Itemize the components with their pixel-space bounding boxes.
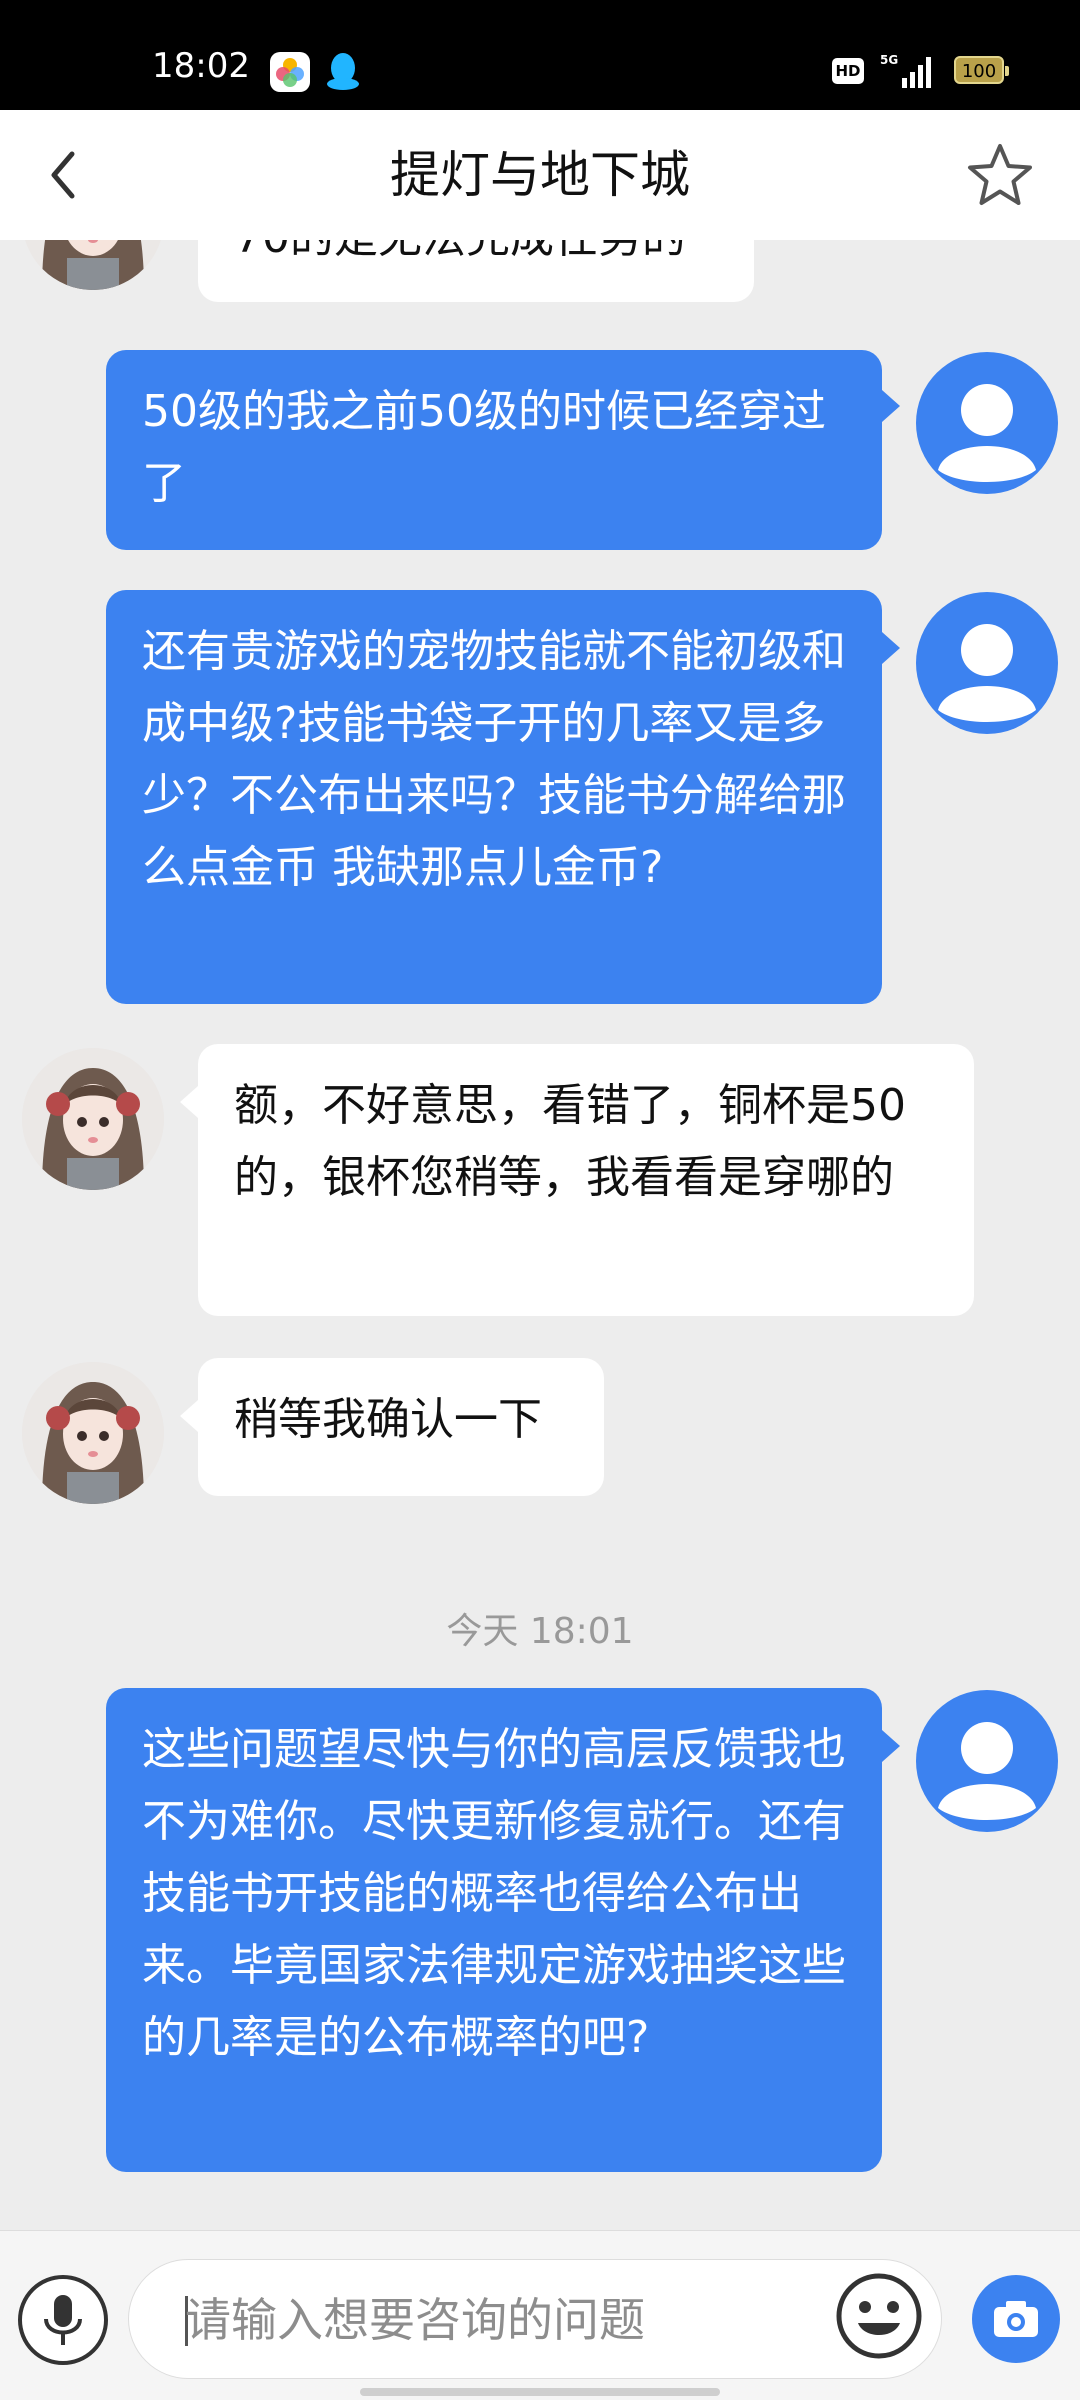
- user-avatar[interactable]: [916, 1690, 1058, 1832]
- photos-app-icon: [270, 52, 310, 92]
- smiley-icon: [836, 2273, 922, 2359]
- user-avatar[interactable]: [916, 352, 1058, 494]
- bubble-tail: [180, 1086, 198, 1118]
- agent-avatar[interactable]: [22, 1048, 164, 1190]
- chevron-left-icon: [51, 151, 75, 199]
- message-bubble-user: 50级的我之前50级的时候已经穿过了: [106, 350, 882, 550]
- message-bubble-agent: 额，不好意思，看错了，铜杯是50的，银杯您稍等，我看看是穿哪的: [198, 1044, 974, 1316]
- message-bubble-user: 这些问题望尽快与你的高层反馈我也不为难你。尽快更新修复就行。还有技能书开技能的概…: [106, 1688, 882, 2172]
- status-time: 18:02: [152, 46, 250, 86]
- message-timestamp: 今天 18:01: [446, 1611, 634, 1652]
- home-indicator[interactable]: [360, 2388, 720, 2396]
- user-icon: [938, 1722, 1036, 1820]
- message-bubble-agent: 稍等我确认一下: [198, 1358, 604, 1496]
- chat-header: 提灯与地下城: [0, 110, 1080, 240]
- input-placeholder: 请输入想要咨询的问题: [185, 2293, 645, 2347]
- message-text: 70的是无法完成任务的: [234, 240, 686, 263]
- bubble-tail: [882, 1730, 900, 1762]
- svg-text:5G: 5G: [880, 53, 898, 67]
- bubble-tail: [882, 632, 900, 664]
- message-text: 这些问题望尽快与你的高层反馈我也不为难你。尽快更新修复就行。还有技能书开技能的概…: [142, 1724, 846, 2063]
- user-avatar[interactable]: [916, 592, 1058, 734]
- message-text: 还有贵游戏的宠物技能就不能初级和成中级?技能书袋子开的几率又是多少？不公布出来吗…: [142, 626, 846, 893]
- user-icon: [938, 384, 1036, 482]
- status-bar: 18:02 HD 5G 100: [0, 0, 1080, 110]
- qq-app-icon: [324, 50, 362, 92]
- page-title: 提灯与地下城: [390, 146, 690, 204]
- bubble-tail: [180, 1400, 198, 1432]
- user-icon: [938, 624, 1036, 722]
- camera-button[interactable]: [972, 2275, 1060, 2363]
- message-text: 稍等我确认一下: [234, 1394, 542, 1445]
- agent-avatar[interactable]: [22, 240, 164, 290]
- message-bubble-agent: 70的是无法完成任务的: [198, 240, 754, 302]
- agent-avatar[interactable]: [22, 1362, 164, 1504]
- battery-indicator: 100: [954, 56, 1009, 84]
- camera-icon: [994, 2301, 1038, 2337]
- back-button[interactable]: [34, 140, 94, 210]
- message-bubble-user: 还有贵游戏的宠物技能就不能初级和成中级?技能书袋子开的几率又是多少？不公布出来吗…: [106, 590, 882, 1004]
- message-input-bar: 请输入想要咨询的问题: [0, 2230, 1080, 2400]
- hd-badge: HD: [832, 58, 864, 84]
- message-text: 50级的我之前50级的时候已经穿过了: [142, 386, 826, 509]
- message-text: 额，不好意思，看错了，铜杯是50的，银杯您稍等，我看看是穿哪的: [234, 1080, 906, 1203]
- favorite-star-button[interactable]: [964, 140, 1036, 210]
- star-outline-icon: [968, 144, 1032, 205]
- signal-icon: 5G: [880, 52, 940, 90]
- chat-message-list[interactable]: 70的是无法完成任务的 50级的我之前50级的时候已经穿过了 还有贵游戏的宠物技…: [0, 240, 1080, 2230]
- microphone-icon: [44, 2295, 82, 2345]
- emoji-button[interactable]: [834, 2271, 924, 2361]
- question-input[interactable]: 请输入想要咨询的问题: [128, 2259, 942, 2379]
- voice-input-button[interactable]: [18, 2275, 108, 2365]
- bubble-tail: [882, 390, 900, 422]
